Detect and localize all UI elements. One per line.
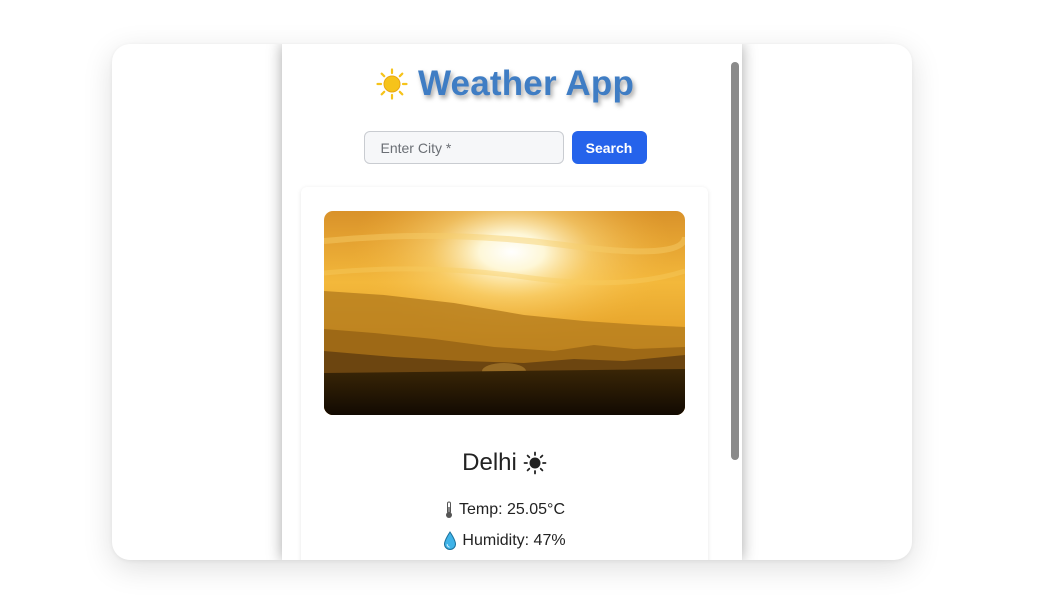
temperature-value: Temp: 25.05°C [458,501,565,518]
weather-image [324,211,685,415]
humidity-value: Humidity: 47% [462,532,566,549]
scrollbar[interactable] [728,44,742,560]
weather-card: Delhi Temp: 25.05°C Humidity: 47% [301,187,708,560]
app-title: Weather App [417,64,635,103]
thermometer-icon [445,501,452,518]
city-name: Delhi [462,449,517,476]
city-heading: Delhi [301,449,708,477]
browser-card: Weather App Search [112,44,912,560]
scrollbar-thumb[interactable] [731,62,739,460]
weather-app-panel: Weather App Search [282,44,742,560]
sun-icon [376,68,408,100]
city-input[interactable] [363,131,564,164]
temperature-row: Temp: 25.05°C [301,501,708,519]
app-header: Weather App [282,64,728,104]
search-bar: Search [282,131,728,164]
search-button[interactable]: Search [571,131,647,164]
humidity-row: Humidity: 47% [301,531,708,551]
droplet-icon [444,531,457,550]
clear-sun-icon [523,451,547,475]
